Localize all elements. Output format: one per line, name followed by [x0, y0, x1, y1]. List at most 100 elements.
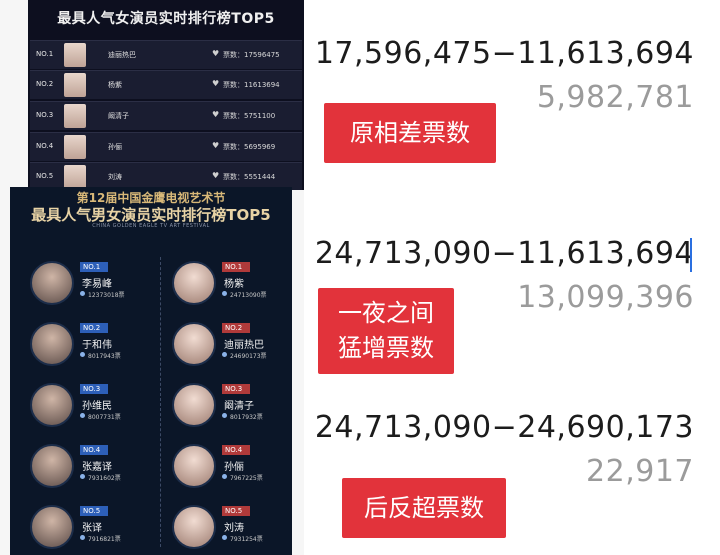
- rank-label: NO.5: [36, 172, 54, 180]
- overnight-increase-tag: 一夜之间 猛增票数: [318, 288, 454, 374]
- rank-badge: NO.1: [80, 262, 108, 272]
- actor-name: 刘涛: [224, 523, 244, 534]
- ranking-title: 最具人气女演员实时排行榜TOP5: [57, 11, 275, 27]
- rank-badge: NO.1: [222, 262, 250, 272]
- actor-name: 于和伟: [82, 340, 112, 351]
- rank-badge: NO.2: [80, 323, 108, 333]
- actor-name: 迪丽热巴: [108, 51, 136, 59]
- rank-label: NO.1: [36, 50, 54, 58]
- screenshot-canvas: 最具人气女演员实时排行榜TOP5 NO.1 迪丽热巴 ♥ 票数：17596475…: [0, 0, 720, 555]
- avatar: [172, 505, 216, 549]
- ranking-row: NO.4 孙俪 ♥ 票数：5695969: [30, 132, 302, 161]
- female-ranking-item: NO.1 杨紫 24713090票: [152, 255, 292, 309]
- vote-count: 票数：5751100: [223, 112, 276, 120]
- rank-label: NO.2: [36, 80, 54, 88]
- ranking-row: NO.2 杨紫 ♥ 票数：11613694: [30, 70, 302, 99]
- rank-badge: NO.4: [80, 445, 108, 455]
- avatar: [172, 383, 216, 427]
- subtraction-result: 22,917: [586, 454, 694, 489]
- avatar: [172, 261, 216, 305]
- festival-subtitle: CHINA GOLDEN EAGLE TV ART FESTIVAL: [92, 223, 210, 229]
- ranking-row: NO.3 阚清子 ♥ 票数：5751100: [30, 101, 302, 130]
- actor-name: 杨紫: [224, 279, 244, 290]
- actor-name: 阚清子: [108, 112, 129, 120]
- female-ranking-item: NO.5 刘涛 7931254票: [152, 499, 292, 553]
- rank-label: NO.4: [36, 142, 54, 150]
- actor-name: 孙俪: [224, 462, 244, 473]
- subtraction-result: 5,982,781: [536, 80, 694, 115]
- subtraction-expression: 17,596,475−11,613,694: [314, 36, 694, 71]
- rank-badge: NO.3: [80, 384, 108, 394]
- avatar: [30, 261, 74, 305]
- vote-count: 票数：17596475: [223, 51, 280, 59]
- rank-badge: NO.5: [80, 506, 108, 516]
- female-top5-ranking-card: 最具人气女演员实时排行榜TOP5 NO.1 迪丽热巴 ♥ 票数：17596475…: [28, 0, 304, 190]
- vote-count: 票数：5695969: [223, 143, 276, 151]
- subtraction-expression: 24,713,090−24,690,173: [314, 410, 694, 445]
- actor-name: 刘涛: [108, 173, 122, 181]
- vote-count: 12373018票: [80, 290, 125, 299]
- female-ranking-item: NO.4 孙俪 7967225票: [152, 438, 292, 492]
- avatar: [172, 444, 216, 488]
- female-ranking-item: NO.2 迪丽热巴 24690173票: [152, 316, 292, 370]
- avatar: [64, 135, 86, 159]
- vote-count: 7931602票: [80, 473, 121, 482]
- actor-name: 杨紫: [108, 81, 122, 89]
- text-cursor: [690, 238, 692, 272]
- heart-icon: ♥: [212, 79, 220, 88]
- heart-icon: ♥: [212, 49, 220, 58]
- rank-badge: NO.4: [222, 445, 250, 455]
- heart-icon: ♥: [212, 141, 220, 150]
- vote-count: 票数：5551444: [223, 173, 276, 181]
- ranking-title: 最具人气男女演员实时排行榜TOP5: [31, 206, 271, 224]
- ranking-row: NO.5 刘涛 ♥ 票数：5551444: [30, 162, 302, 190]
- vote-count: 7967225票: [222, 473, 263, 482]
- avatar: [64, 43, 86, 67]
- vote-count: 7931254票: [222, 534, 263, 543]
- actor-name: 张译: [82, 523, 102, 534]
- avatar: [30, 505, 74, 549]
- male-ranking-item: NO.2 于和伟 8017943票: [10, 316, 150, 370]
- vote-count: 24690173票: [222, 351, 267, 360]
- subtraction-expression[interactable]: 24,713,090−11,613,694: [315, 236, 694, 271]
- actor-name: 孙维民: [82, 401, 112, 412]
- subtraction-result: 13,099,396: [517, 280, 694, 315]
- tag-label: 后反超票数: [364, 494, 484, 522]
- heart-icon: ♥: [212, 171, 220, 180]
- avatar: [172, 322, 216, 366]
- male-female-top5-ranking-card: 第12届中国金鹰电视艺术节 最具人气男女演员实时排行榜TOP5 CHINA GO…: [10, 187, 292, 555]
- vote-count: 票数：11613694: [223, 81, 280, 89]
- male-ranking-item: NO.3 孙维民 8007731票: [10, 377, 150, 431]
- vote-count: 8017932票: [222, 412, 263, 421]
- overtake-gap-tag: 后反超票数: [342, 478, 506, 538]
- actor-name: 李易峰: [82, 279, 112, 290]
- avatar: [30, 322, 74, 366]
- tag-label: 原相差票数: [350, 119, 470, 147]
- original-gap-tag: 原相差票数: [324, 103, 496, 163]
- tag-label-line2: 猛增票数: [338, 334, 434, 362]
- actor-name: 孙俪: [108, 143, 122, 151]
- male-ranking-item: NO.1 李易峰 12373018票: [10, 255, 150, 309]
- rank-badge: NO.2: [222, 323, 250, 333]
- calculation-panel: 17,596,475−11,613,694 5,982,781 原相差票数 24…: [304, 0, 720, 555]
- avatar: [30, 444, 74, 488]
- actor-name: 张嘉译: [82, 462, 112, 473]
- rank-badge: NO.5: [222, 506, 250, 516]
- vote-count: 7916821票: [80, 534, 121, 543]
- rank-badge: NO.3: [222, 384, 250, 394]
- male-ranking-item: NO.4 张嘉译 7931602票: [10, 438, 150, 492]
- actor-name: 阚清子: [224, 401, 254, 412]
- avatar: [64, 73, 86, 97]
- vote-count: 8007731票: [80, 412, 121, 421]
- avatar: [30, 383, 74, 427]
- vote-count: 24713090票: [222, 290, 267, 299]
- male-ranking-item: NO.5 张译 7916821票: [10, 499, 150, 553]
- ranking-row: NO.1 迪丽热巴 ♥ 票数：17596475: [30, 40, 302, 69]
- female-ranking-item: NO.3 阚清子 8017932票: [152, 377, 292, 431]
- actor-name: 迪丽热巴: [224, 340, 264, 351]
- vote-count: 8017943票: [80, 351, 121, 360]
- avatar: [64, 104, 86, 128]
- avatar: [64, 165, 86, 189]
- tag-label-line1: 一夜之间: [338, 299, 434, 327]
- heart-icon: ♥: [212, 110, 220, 119]
